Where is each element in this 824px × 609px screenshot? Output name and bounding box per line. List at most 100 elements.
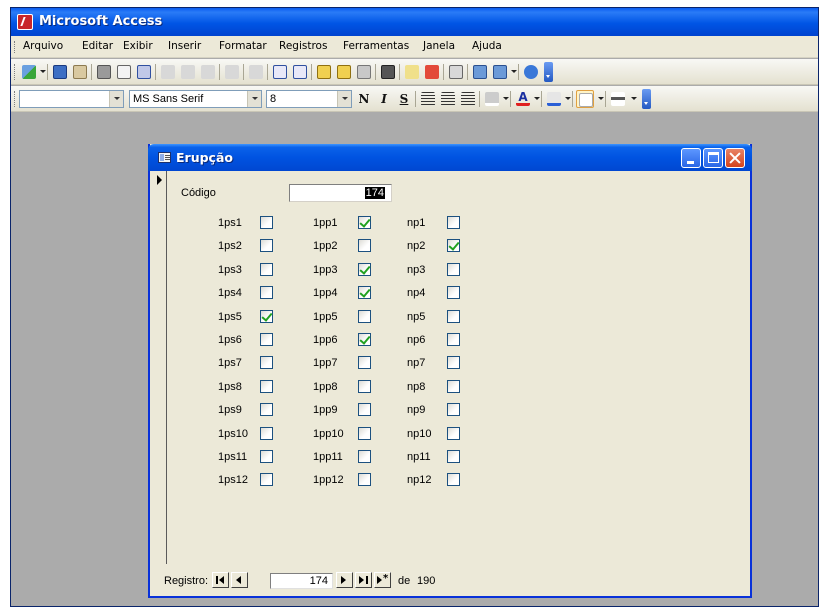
chevron-down-icon[interactable]: [337, 91, 351, 107]
codigo-field[interactable]: 174: [289, 184, 392, 202]
search-file-button[interactable]: [71, 63, 89, 81]
menu-exibir[interactable]: Exibir: [123, 40, 153, 52]
font-color-dropdown-arrow-icon[interactable]: [534, 97, 540, 100]
align-center-button[interactable]: [439, 90, 457, 108]
print-preview-button[interactable]: [115, 63, 133, 81]
checkbox-np7[interactable]: [447, 356, 460, 369]
checkbox-1ps2[interactable]: [260, 239, 273, 252]
line-style-button[interactable]: [609, 90, 627, 108]
menu-ajuda[interactable]: Ajuda: [472, 40, 502, 52]
border-dropdown-arrow-icon[interactable]: [598, 97, 604, 100]
view-button[interactable]: [20, 63, 38, 81]
checkbox-1ps12[interactable]: [260, 473, 273, 486]
menu-ferramentas[interactable]: Ferramentas: [343, 40, 409, 52]
apply-filter-button[interactable]: [355, 63, 373, 81]
align-left-button[interactable]: [419, 90, 437, 108]
first-record-button[interactable]: [212, 572, 229, 588]
menu-editar[interactable]: Editar: [82, 40, 113, 52]
maximize-button[interactable]: [703, 148, 723, 168]
align-right-button[interactable]: [459, 90, 477, 108]
line-color-dropdown-arrow-icon[interactable]: [565, 97, 571, 100]
fill-color-button[interactable]: [483, 90, 501, 108]
close-button[interactable]: [725, 148, 745, 168]
checkbox-np1[interactable]: [447, 216, 460, 229]
form-title-bar[interactable]: Erupção: [148, 144, 752, 171]
filter-selection-button[interactable]: [315, 63, 333, 81]
checkbox-1ps7[interactable]: [260, 356, 273, 369]
delete-record-button[interactable]: [423, 63, 441, 81]
line-style-dropdown-arrow-icon[interactable]: [631, 97, 637, 100]
toolbar-grip[interactable]: [14, 64, 17, 80]
toolbar-grip[interactable]: [14, 91, 17, 107]
menubar-grip[interactable]: [14, 41, 17, 53]
last-record-button[interactable]: [355, 572, 372, 588]
checkbox-np10[interactable]: [447, 427, 460, 440]
menu-janela[interactable]: Janela: [423, 40, 455, 52]
checkbox-1pp4[interactable]: [358, 286, 371, 299]
checkbox-1ps11[interactable]: [260, 450, 273, 463]
new-record-button[interactable]: [403, 63, 421, 81]
checkbox-1ps5[interactable]: [260, 310, 273, 323]
menu-registros[interactable]: Registros: [279, 40, 327, 52]
chevron-down-icon[interactable]: [109, 91, 123, 107]
find-button[interactable]: [379, 63, 397, 81]
font-name-combo[interactable]: MS Sans Serif: [129, 90, 262, 108]
database-window-button[interactable]: [471, 63, 489, 81]
hyperlink-button[interactable]: [247, 63, 265, 81]
minimize-button[interactable]: [681, 148, 701, 168]
cut-button[interactable]: [159, 63, 177, 81]
spelling-button[interactable]: [135, 63, 153, 81]
print-button[interactable]: [95, 63, 113, 81]
menu-arquivo[interactable]: Arquivo: [23, 40, 63, 52]
new-object-button[interactable]: [491, 63, 509, 81]
checkbox-1pp5[interactable]: [358, 310, 371, 323]
checkbox-1pp7[interactable]: [358, 356, 371, 369]
view-dropdown-arrow-icon[interactable]: [40, 70, 46, 73]
checkbox-1pp11[interactable]: [358, 450, 371, 463]
checkbox-1ps10[interactable]: [260, 427, 273, 440]
sort-descending-button[interactable]: [291, 63, 309, 81]
paste-button[interactable]: [199, 63, 217, 81]
font-color-button[interactable]: A: [514, 90, 532, 108]
checkbox-1pp9[interactable]: [358, 403, 371, 416]
toolbar-options-icon[interactable]: [544, 62, 553, 82]
menu-formatar[interactable]: Formatar: [219, 40, 267, 52]
checkbox-np3[interactable]: [447, 263, 460, 276]
save-button[interactable]: [51, 63, 69, 81]
italic-button[interactable]: I: [375, 90, 393, 108]
chevron-down-icon[interactable]: [247, 91, 261, 107]
checkbox-1pp12[interactable]: [358, 473, 371, 486]
checkbox-np9[interactable]: [447, 403, 460, 416]
menu-inserir[interactable]: Inserir: [168, 40, 201, 52]
line-color-button[interactable]: [545, 90, 563, 108]
checkbox-1pp2[interactable]: [358, 239, 371, 252]
checkbox-1ps8[interactable]: [260, 380, 273, 393]
copy-button[interactable]: [179, 63, 197, 81]
checkbox-1pp3[interactable]: [358, 263, 371, 276]
checkbox-1ps9[interactable]: [260, 403, 273, 416]
checkbox-np2[interactable]: [447, 239, 460, 252]
fill-color-dropdown-arrow-icon[interactable]: [503, 97, 509, 100]
object-combo[interactable]: [19, 90, 124, 108]
checkbox-1ps1[interactable]: [260, 216, 273, 229]
checkbox-1ps3[interactable]: [260, 263, 273, 276]
properties-button[interactable]: [447, 63, 465, 81]
undo-button[interactable]: [223, 63, 241, 81]
current-record-field[interactable]: 174: [270, 573, 333, 589]
checkbox-np6[interactable]: [447, 333, 460, 346]
previous-record-button[interactable]: [231, 572, 248, 588]
border-width-button[interactable]: [576, 90, 594, 108]
checkbox-1pp8[interactable]: [358, 380, 371, 393]
font-size-combo[interactable]: 8: [266, 90, 352, 108]
checkbox-np8[interactable]: [447, 380, 460, 393]
filter-form-button[interactable]: [335, 63, 353, 81]
toolbar-options-icon[interactable]: [642, 89, 651, 109]
checkbox-1ps6[interactable]: [260, 333, 273, 346]
new-record-nav-button[interactable]: *: [374, 572, 391, 588]
checkbox-1ps4[interactable]: [260, 286, 273, 299]
help-button[interactable]: [522, 63, 540, 81]
checkbox-np12[interactable]: [447, 473, 460, 486]
checkbox-1pp6[interactable]: [358, 333, 371, 346]
checkbox-1pp10[interactable]: [358, 427, 371, 440]
underline-button[interactable]: S: [395, 90, 413, 108]
